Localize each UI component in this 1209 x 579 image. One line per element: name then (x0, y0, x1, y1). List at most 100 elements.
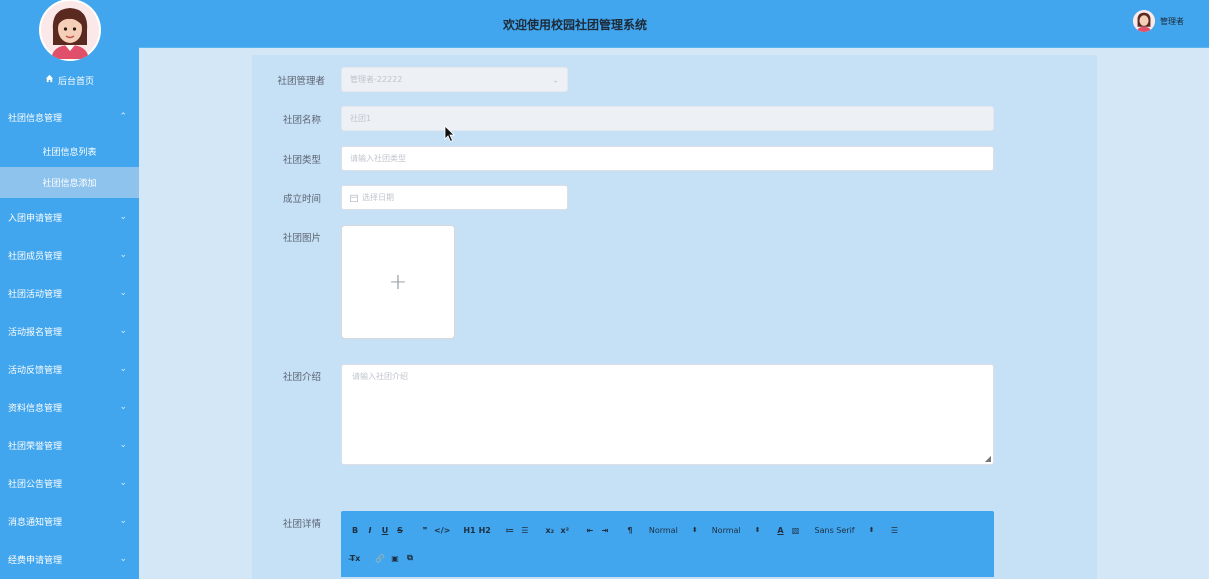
sidebar-menu-activities[interactable]: 社团活动管理 ⌄ (0, 274, 139, 312)
bold-button[interactable]: B (349, 523, 361, 537)
avatar-icon (1133, 10, 1155, 32)
name-label: 社团名称 (282, 115, 321, 126)
ordered-list-button[interactable]: ≔ (504, 523, 516, 537)
sidebar-menu-activity-feedback[interactable]: 活动反馈管理 ⌄ (0, 350, 139, 388)
subscript-button[interactable]: x₂ (544, 523, 556, 537)
font-family-value: Sans Serif (814, 525, 855, 535)
plus-icon: + (388, 269, 408, 295)
sidebar-menu-label: 社团成员管理 (8, 251, 63, 262)
underline-button[interactable]: U (379, 523, 391, 537)
type-label: 社团类型 (282, 155, 321, 166)
strike-button[interactable]: S (394, 523, 406, 537)
sidebar-home-label: 后台首页 (57, 76, 94, 87)
intro-label: 社团介绍 (282, 372, 321, 383)
user-name: 管理者 (1160, 16, 1184, 26)
sidebar-menu-funding[interactable]: 经费申请管理 ⌄ (0, 540, 139, 578)
sidebar-home-link[interactable]: 后台首页 (0, 62, 139, 98)
updown-arrow-icon: ⬍ (754, 526, 761, 534)
manager-label: 社团管理者 (277, 76, 325, 87)
chevron-down-icon: ⌄ (119, 440, 127, 450)
avatar-icon (40, 1, 99, 59)
sidebar-subitem-club-list[interactable]: 社团信息列表 (0, 136, 139, 167)
sidebar-subitem-label: 社团信息列表 (42, 148, 97, 158)
chevron-down-icon: ⌄ (119, 250, 127, 260)
mouse-cursor-icon (444, 125, 455, 143)
sidebar-avatar-wrap (0, 0, 139, 62)
top-header: 欢迎使用校园社团管理系统 管理者 (139, 0, 1209, 48)
home-icon (45, 74, 54, 86)
sidebar-menu-label: 社团信息管理 (8, 113, 63, 124)
club-type-input[interactable]: 请输入社团类型 (341, 146, 994, 171)
intro-placeholder: 请输入社团介绍 (352, 372, 408, 381)
avatar[interactable] (38, 0, 101, 61)
outdent-button[interactable]: ⇤ (584, 523, 596, 537)
sidebar-menu-label: 社团活动管理 (8, 289, 63, 300)
editor-toolbar-row-1: B I U S ❞ </> H1 H2 ≔ ☰ x₂ x² ⇤ ⇥ ¶ Norm… (349, 523, 903, 537)
chevron-down-icon: ⌄ (119, 288, 127, 298)
indent-button[interactable]: ⇥ (599, 523, 611, 537)
chevron-down-icon: ⌄ (119, 212, 127, 222)
resize-handle-icon[interactable]: ◢ (985, 454, 991, 463)
founded-date-picker[interactable]: 选择日期 (341, 185, 568, 210)
chevron-up-icon: ⌃ (119, 112, 127, 122)
sidebar-menu-label: 经费申请管理 (8, 555, 63, 566)
manager-select[interactable]: 管理者-22222 ⌄ (341, 67, 568, 92)
sidebar-menu-label: 入团申请管理 (8, 213, 63, 224)
sidebar-menu-activity-signup[interactable]: 活动报名管理 ⌄ (0, 312, 139, 350)
header2-button[interactable]: H2 (479, 523, 491, 537)
chevron-down-icon: ⌄ (119, 516, 127, 526)
chevron-down-icon: ⌄ (119, 326, 127, 336)
align-icon[interactable]: ☰ (888, 523, 900, 537)
chevron-down-icon: ⌄ (119, 478, 127, 488)
sidebar-menu-label: 消息通知管理 (8, 517, 63, 528)
blockquote-button[interactable]: ❞ (419, 523, 431, 537)
video-button[interactable]: ⧉ (404, 551, 416, 565)
header-size-select[interactable]: Normal ⬍ (649, 526, 698, 535)
sidebar-menu-label: 社团荣誉管理 (8, 441, 63, 452)
link-button[interactable]: 🔗 (374, 551, 386, 565)
superscript-button[interactable]: x² (559, 523, 571, 537)
bullet-list-button[interactable]: ☰ (519, 523, 531, 537)
sidebar-menu-notifications[interactable]: 消息通知管理 ⌄ (0, 502, 139, 540)
sidebar-menu-label: 资料信息管理 (8, 403, 63, 414)
text-direction-button[interactable]: ¶ (624, 523, 636, 537)
club-name-input[interactable]: 社团1 (341, 106, 994, 131)
chevron-down-icon: ⌄ (552, 75, 559, 84)
chevron-down-icon: ⌄ (119, 364, 127, 374)
sidebar-menu-members[interactable]: 社团成员管理 ⌄ (0, 236, 139, 274)
updown-arrow-icon: ⬍ (868, 526, 875, 534)
text-color-icon[interactable]: A (775, 523, 787, 537)
font-size-value: Normal (711, 525, 741, 535)
chevron-down-icon: ⌄ (119, 402, 127, 412)
code-block-button[interactable]: </> (434, 523, 450, 537)
sidebar-menu-join-application[interactable]: 入团申请管理 ⌄ (0, 198, 139, 236)
font-size-select[interactable]: Normal ⬍ (712, 526, 761, 535)
image-label: 社团图片 (282, 233, 321, 244)
sidebar-menu-label: 活动报名管理 (8, 327, 63, 338)
date-placeholder: 选择日期 (362, 193, 394, 202)
sidebar-menu-label: 社团公告管理 (8, 479, 63, 490)
header-size-value: Normal (648, 525, 678, 535)
image-upload[interactable]: + (341, 225, 455, 339)
user-menu[interactable]: 管理者 (1133, 10, 1184, 32)
sidebar-menu-honors[interactable]: 社团荣誉管理 ⌄ (0, 426, 139, 464)
chevron-down-icon: ⌄ (119, 554, 127, 564)
italic-button[interactable]: I (364, 523, 376, 537)
club-type-placeholder: 请输入社团类型 (350, 154, 406, 163)
calendar-icon (350, 194, 358, 202)
updown-arrow-icon: ⬍ (691, 526, 698, 534)
sidebar-menu-club-info[interactable]: 社团信息管理 ⌃ (0, 98, 139, 136)
sidebar-menu-label: 活动反馈管理 (8, 365, 63, 376)
sidebar-subitem-club-add[interactable]: 社团信息添加 (0, 167, 139, 198)
intro-textarea[interactable]: 请输入社团介绍 ◢ (341, 364, 994, 465)
editor-toolbar: B I U S ❞ </> H1 H2 ≔ ☰ x₂ x² ⇤ ⇥ ¶ Norm… (341, 511, 994, 577)
detail-label: 社团详情 (282, 519, 321, 530)
font-family-select[interactable]: Sans Serif ⬍ (815, 526, 875, 535)
image-button[interactable]: ▣ (389, 551, 401, 565)
clear-format-button[interactable]: T̶x (349, 551, 361, 565)
page-title: 欢迎使用校园社团管理系统 (502, 18, 647, 32)
header1-button[interactable]: H1 (463, 523, 475, 537)
sidebar-menu-materials[interactable]: 资料信息管理 ⌄ (0, 388, 139, 426)
background-color-icon[interactable]: ▧ (790, 523, 802, 537)
sidebar-menu-announcements[interactable]: 社团公告管理 ⌄ (0, 464, 139, 502)
